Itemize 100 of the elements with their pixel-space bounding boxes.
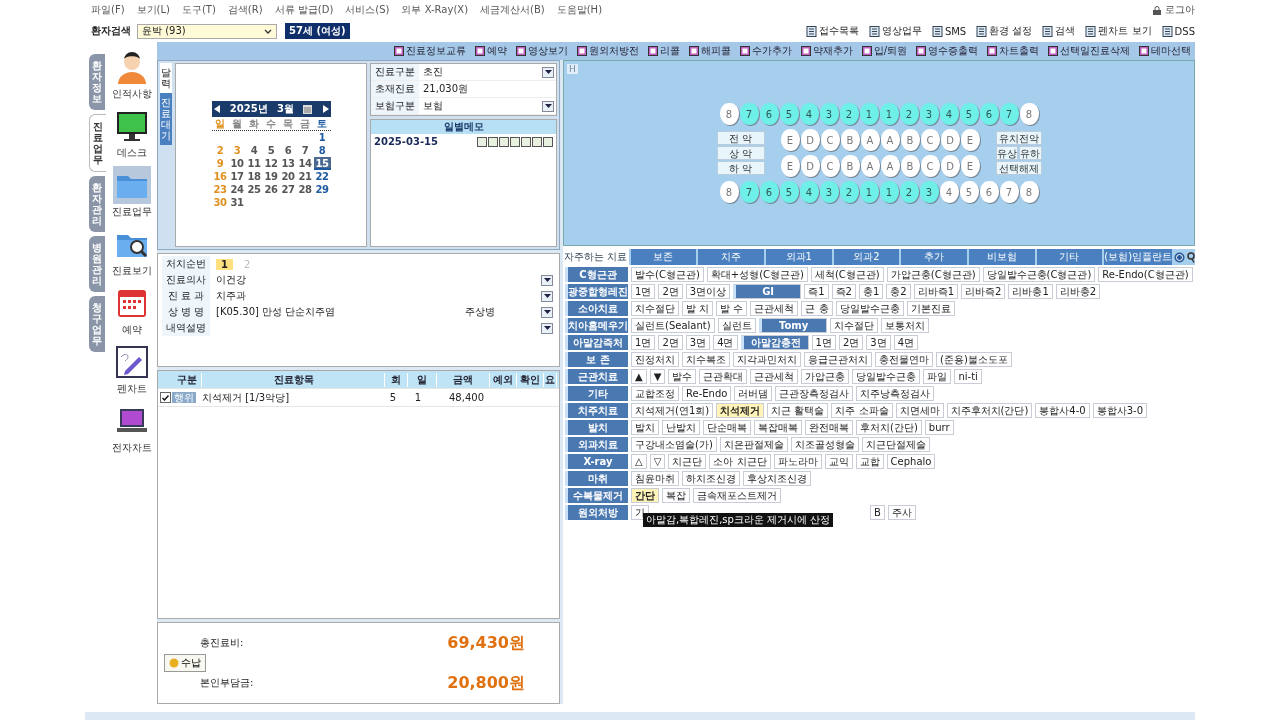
toolbar-button[interactable]: 차트출력: [987, 44, 1039, 58]
treatment-tab[interactable]: 외과2: [833, 249, 900, 265]
tooth[interactable]: B: [900, 155, 920, 177]
calendar-day[interactable]: 6: [279, 144, 297, 157]
tooth[interactable]: C: [820, 155, 840, 177]
treatment-button[interactable]: 단순매복: [703, 420, 751, 435]
treatment-button[interactable]: 충전물연마: [875, 352, 933, 367]
jaw-button[interactable]: 선택해제: [995, 161, 1042, 175]
tooth[interactable]: C: [920, 155, 940, 177]
tooth[interactable]: A: [860, 155, 880, 177]
memo-tool-button[interactable]: [488, 136, 498, 147]
treatment-tab[interactable]: 외과1: [765, 249, 832, 265]
treatment-button[interactable]: 치수절단: [829, 318, 878, 333]
treatment-button[interactable]: 4면: [713, 335, 738, 350]
treatment-button[interactable]: 실런트(Sealant): [631, 318, 715, 333]
subcategory-button[interactable]: GI: [733, 284, 802, 299]
treatment-button[interactable]: 당일발수근충: [835, 301, 904, 316]
treatment-button[interactable]: 발수(C형근관): [631, 267, 704, 282]
subcategory-button[interactable]: 아말감충전: [740, 335, 809, 350]
calendar-day[interactable]: 15: [313, 157, 331, 170]
tooth[interactable]: 2: [899, 181, 919, 203]
side-item-label[interactable]: 예약: [122, 323, 142, 337]
treatment-button[interactable]: 후상치조신경: [743, 471, 811, 486]
tooth[interactable]: B: [840, 129, 860, 151]
tooth[interactable]: E: [960, 155, 980, 177]
next-icon[interactable]: [321, 105, 329, 113]
menu-item[interactable]: 서비스(S): [345, 3, 390, 17]
calendar-day[interactable]: 1: [313, 131, 331, 144]
calendar-day[interactable]: 27: [279, 183, 297, 196]
treatment-tab[interactable]: 추가: [901, 249, 967, 265]
tooth[interactable]: 3: [919, 103, 939, 125]
calendar-day[interactable]: 28: [296, 183, 314, 196]
tooth[interactable]: 3: [819, 181, 839, 203]
side-item-label[interactable]: 진료보기: [112, 264, 152, 278]
treatment-button[interactable]: 리바충1: [1008, 284, 1053, 299]
treatment-button[interactable]: Re-Endo: [682, 386, 732, 401]
treatment-button[interactable]: 근 충: [801, 301, 833, 316]
treatment-button[interactable]: 치면세마: [895, 403, 944, 418]
treatment-button[interactable]: 2면: [658, 335, 683, 350]
treatment-button[interactable]: 발치: [631, 420, 659, 435]
tooth[interactable]: 7: [999, 103, 1019, 125]
calendar-day[interactable]: 21: [296, 170, 314, 183]
vertical-tab[interactable]: 달력: [160, 63, 172, 93]
tooth[interactable]: 1: [879, 103, 899, 125]
toolbar-button[interactable]: 입/퇴원: [861, 44, 907, 58]
jaw-button[interactable]: 하 악: [716, 161, 765, 175]
tooth[interactable]: 4: [799, 181, 819, 203]
tooth[interactable]: 7: [739, 103, 759, 125]
tooth[interactable]: 1: [859, 103, 879, 125]
pay-button[interactable]: 수납: [164, 654, 206, 672]
treatment-button[interactable]: 당일발수근충(C형근관): [982, 267, 1096, 282]
treatment-button[interactable]: 금속재포스트제거: [693, 488, 781, 503]
tooth[interactable]: 6: [979, 103, 999, 125]
menu-item[interactable]: 보기(L): [136, 3, 170, 17]
side-item-label[interactable]: 전자차트: [112, 441, 152, 455]
memo-tool-button[interactable]: [499, 136, 509, 147]
treatment-button[interactable]: 치주후처치(간단): [946, 403, 1033, 418]
tooth[interactable]: 4: [939, 181, 959, 203]
top-tool-button[interactable]: DSS: [1161, 25, 1195, 37]
tooth[interactable]: 4: [799, 103, 819, 125]
calendar-day[interactable]: 13: [279, 157, 297, 170]
treatment-tab[interactable]: 자주하는 치료: [563, 249, 629, 265]
jaw-button[interactable]: 상 악: [716, 146, 765, 160]
treatment-button[interactable]: 소아 치근단: [709, 454, 771, 469]
tooth[interactable]: B: [840, 155, 860, 177]
menu-item[interactable]: 검색(R): [227, 3, 263, 17]
side-item-label[interactable]: 인적사항: [112, 87, 152, 101]
field-value[interactable]: 이건강: [216, 273, 246, 287]
treatment-button[interactable]: ▼: [649, 369, 666, 384]
tooth[interactable]: C: [920, 129, 940, 151]
tooth[interactable]: 2: [839, 103, 859, 125]
top-tool-button[interactable]: SMS: [931, 25, 967, 37]
menu-item[interactable]: 파일(F): [91, 3, 125, 17]
treatment-button[interactable]: 구강내소염술(가): [631, 437, 717, 452]
field-value[interactable]: [K05.30] 만성 단순치주염: [216, 305, 336, 319]
treatment-button[interactable]: 발 치: [682, 301, 714, 316]
treatment-button[interactable]: 기본진료: [906, 301, 955, 316]
dropdown-button[interactable]: [542, 66, 554, 78]
treatment-button[interactable]: 복잡: [662, 488, 690, 503]
dropdown-button[interactable]: [542, 100, 554, 112]
calendar-day[interactable]: 14: [296, 157, 314, 170]
treatment-button[interactable]: (준용)불소도포: [936, 352, 1012, 367]
dropdown-button[interactable]: [541, 322, 553, 334]
treatment-button[interactable]: 1면: [631, 335, 656, 350]
tooth[interactable]: 8: [1019, 181, 1039, 203]
tooth[interactable]: 3: [919, 181, 939, 203]
toolbar-button[interactable]: 선택일진료삭제: [1048, 44, 1130, 58]
toolbar-button[interactable]: 예약: [474, 44, 507, 58]
treatment-button[interactable]: 러버댐: [734, 386, 773, 401]
treatment-button[interactable]: 치주낭측정검사: [856, 386, 935, 401]
tooth[interactable]: 8: [1019, 103, 1039, 125]
tooth[interactable]: 8: [719, 103, 739, 125]
treatment-button[interactable]: 1면: [811, 335, 836, 350]
tooth[interactable]: C: [820, 129, 840, 151]
treatment-button[interactable]: B: [870, 505, 885, 520]
jaw-button[interactable]: 유상: [995, 146, 1018, 160]
treatment-button[interactable]: 하치조신경: [682, 471, 740, 486]
treatment-button[interactable]: 즉1: [804, 284, 829, 299]
toolbar-button[interactable]: 원외처방전: [576, 44, 639, 58]
treatment-button[interactable]: 치조골성형술: [790, 437, 859, 452]
